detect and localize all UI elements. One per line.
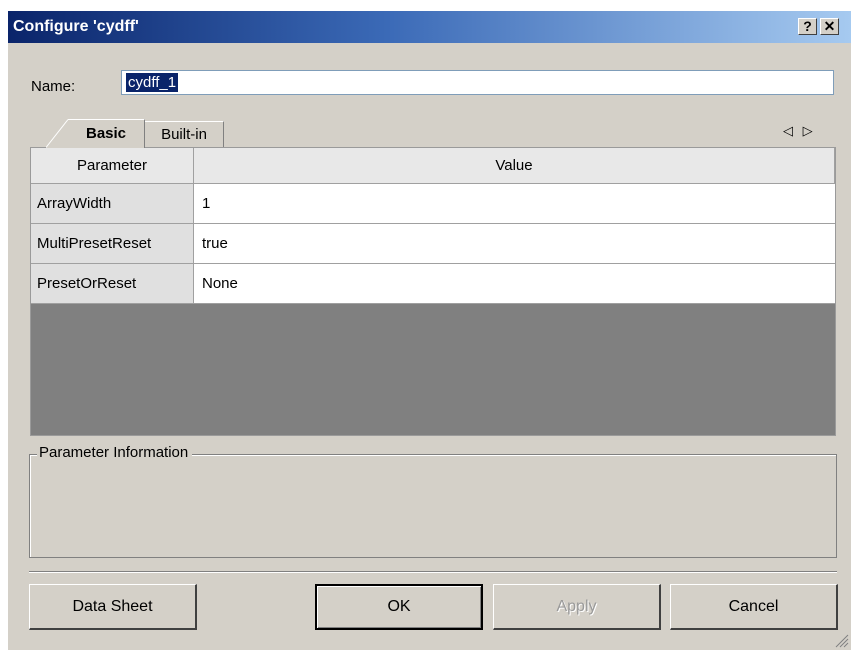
header-parameter[interactable]: Parameter [31,148,194,184]
name-label: Name: [31,78,76,95]
table-row[interactable]: MultiPresetReset true [31,224,835,264]
table-row[interactable]: ArrayWidth 1 [31,184,835,224]
tab-scroll-arrows[interactable]: ◁ ▷ [783,123,816,139]
name-input[interactable]: cydff_1 [121,70,834,95]
param-name[interactable]: ArrayWidth [31,184,194,224]
resize-grip-icon[interactable] [833,632,849,648]
cancel-button[interactable]: Cancel [670,584,838,630]
close-button[interactable]: ✕ [820,18,839,35]
param-value[interactable]: None [194,264,835,304]
table-row[interactable]: PresetOrReset None [31,264,835,304]
help-button[interactable]: ? [798,18,817,35]
ok-button[interactable]: OK [315,584,483,630]
name-input-value: cydff_1 [126,73,179,92]
param-name[interactable]: MultiPresetReset [31,224,194,264]
param-value[interactable]: true [194,224,835,264]
apply-button[interactable]: Apply [493,584,661,630]
parameter-grid: Parameter Value ArrayWidth 1 MultiPreset… [30,147,836,436]
data-sheet-button[interactable]: Data Sheet [29,584,197,630]
tab-built-in[interactable]: Built-in [145,121,224,147]
parameter-information-box [29,454,837,558]
parameter-information-label: Parameter Information [37,444,193,461]
separator [29,571,837,573]
title-bar[interactable]: Configure 'cydff' ? ✕ [8,11,851,43]
tab-basic[interactable]: Basic [68,119,145,148]
window-title: Configure 'cydff' [13,18,139,35]
grid-header: Parameter Value [31,148,835,184]
param-value[interactable]: 1 [194,184,835,224]
configure-dialog: Configure 'cydff' ? ✕ Name: cydff_1 Basi… [7,10,851,650]
header-value[interactable]: Value [194,148,835,184]
param-name[interactable]: PresetOrReset [31,264,194,304]
